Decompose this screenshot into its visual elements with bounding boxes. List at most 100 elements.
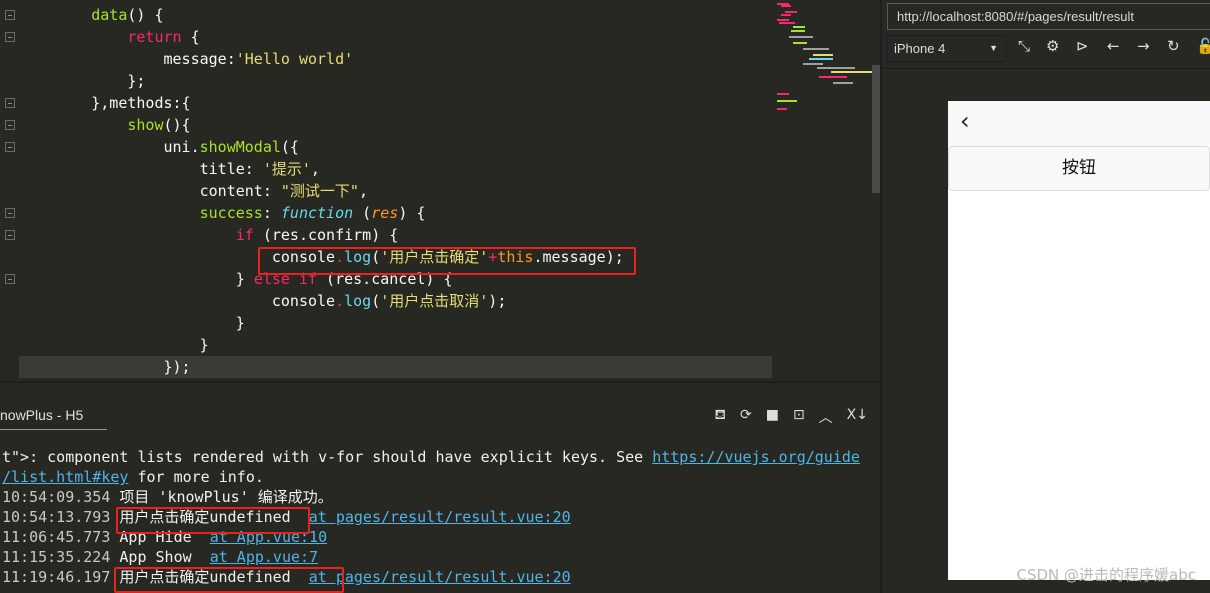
code-line[interactable]: success: function (res) { [19, 202, 772, 224]
fold-icon[interactable] [5, 120, 15, 130]
device-select[interactable]: iPhone 4 ▼ [887, 35, 1007, 62]
log-message: 项目 'knowPlus' 编译成功。 [119, 488, 333, 506]
fold-icon[interactable] [5, 208, 15, 218]
code-token: }; [19, 72, 146, 90]
fold-icon[interactable] [5, 230, 15, 240]
log-line: t">: component lists rendered with v-for… [2, 447, 860, 467]
fold-gutter [0, 0, 18, 381]
minimap[interactable] [773, 0, 879, 381]
code-line[interactable]: if (res.confirm) { [19, 224, 772, 246]
code-token: '提示' [262, 160, 311, 178]
code-line[interactable]: data() { [19, 4, 772, 26]
console-panel: nowPlus - H5 ⛾ ⟳ ■ ⊡ ︿ X↓ t">: component… [0, 381, 880, 593]
minimap-line [777, 100, 797, 102]
code-token: },methods:{ [19, 94, 191, 112]
log-timestamp: 10:54:09.354 [2, 488, 120, 506]
minimap-line [793, 26, 805, 28]
code-line[interactable]: message:'Hello world' [19, 48, 772, 70]
code-token: log [344, 292, 372, 310]
gear-icon[interactable]: ⚙ [1046, 37, 1059, 55]
bug-icon[interactable]: ⛾ [715, 407, 726, 427]
code-token: return [127, 28, 182, 46]
screenshot-icon[interactable]: ⤡ [1018, 37, 1030, 55]
code-line[interactable]: }); [19, 356, 772, 378]
code-line[interactable]: content: "测试一下", [19, 180, 772, 202]
collapse-icon[interactable]: ︿ [819, 407, 833, 427]
clear-icon[interactable]: X↓ [847, 407, 868, 427]
editor-scrollbar[interactable] [872, 65, 880, 193]
code-line[interactable]: return { [19, 26, 772, 48]
log-source-link[interactable]: /list.html#key [2, 468, 128, 486]
active-tab-underline [0, 429, 107, 430]
log-timestamp: 10:54:13.793 [2, 508, 120, 526]
code-line[interactable]: title: '提示', [19, 158, 772, 180]
phone-screen: ‹ 按钮 [948, 101, 1210, 580]
code-token: } [19, 270, 254, 288]
code-token: () { [127, 6, 164, 24]
code-line[interactable]: }; [19, 70, 772, 92]
nav-bar: ‹ [948, 101, 1210, 146]
fold-icon[interactable] [5, 32, 15, 42]
minimap-line [779, 22, 795, 24]
code-token: }); [19, 358, 191, 376]
code-token: message: [19, 50, 236, 68]
log-message: t">: component lists rendered with v-for… [2, 448, 653, 466]
code-editor[interactable]: data() { return { message:'Hello world' … [0, 0, 772, 381]
watermark: CSDN @进击的程序媛abc [1016, 566, 1197, 584]
console-tab[interactable]: nowPlus - H5 [0, 407, 83, 423]
minimap-line [781, 14, 791, 16]
back-icon[interactable]: ← [1107, 37, 1120, 55]
minimap-line [781, 5, 791, 7]
fold-icon[interactable] [5, 10, 15, 20]
forward-icon[interactable]: → [1137, 37, 1150, 55]
device-label: iPhone 4 [894, 41, 946, 56]
code-token: 'Hello world' [235, 50, 354, 68]
code-line[interactable]: },methods:{ [19, 92, 772, 114]
minimap-line [809, 58, 833, 60]
log-source-link[interactable]: at App.vue:7 [210, 548, 318, 566]
stop-icon[interactable]: ■ [766, 407, 779, 427]
code-token: function [280, 204, 354, 222]
log-line: 11:15:35.224 App Show at App.vue:7 [2, 547, 860, 567]
log-line: /list.html#key for more info. [2, 467, 860, 487]
lock-icon[interactable]: 🔓 [1196, 37, 1210, 55]
code-token: "测试一下" [280, 182, 359, 200]
code-token: show [127, 116, 164, 134]
refresh-icon[interactable]: ↻ [1167, 37, 1180, 55]
minimap-line [785, 11, 797, 13]
terminal-icon[interactable]: ⊡ [793, 407, 805, 427]
code-token: } [19, 314, 245, 332]
log-timestamp: 11:19:46.197 [2, 568, 120, 586]
minimap-line [813, 54, 833, 56]
code-token: console [19, 292, 336, 310]
code-token: : [262, 204, 281, 222]
code-token: res [371, 204, 399, 222]
terminal-icon[interactable]: ⊳ [1076, 37, 1089, 55]
code-token: (res.confirm) { [253, 226, 399, 244]
fold-icon[interactable] [5, 142, 15, 152]
url-bar[interactable]: http://localhost:8080/#/pages/result/res… [887, 3, 1210, 30]
log-source-link[interactable]: at pages/result/result.vue:20 [309, 508, 571, 526]
fold-icon[interactable] [5, 98, 15, 108]
code-line[interactable]: uni.showModal({ [19, 136, 772, 158]
code-token: ({ [280, 138, 299, 156]
code-token: { [181, 28, 200, 46]
log-message: App Show [119, 548, 210, 566]
minimap-line [777, 19, 789, 21]
fold-icon[interactable] [5, 274, 15, 284]
code-line[interactable]: } [19, 334, 772, 356]
chevron-left-icon[interactable]: ‹ [960, 107, 970, 135]
log-source-link[interactable]: https://vuejs.org/guide [652, 448, 860, 466]
code-line[interactable]: show(){ [19, 114, 772, 136]
code-line[interactable]: console.log('用户点击取消'); [19, 290, 772, 312]
code-token: ( [353, 204, 372, 222]
page-button[interactable]: 按钮 [948, 146, 1210, 191]
code-lines[interactable]: data() { return { message:'Hello world' … [19, 4, 772, 378]
run-icon[interactable]: ⟳ [740, 407, 752, 427]
log-source-link[interactable]: at pages/result/result.vue:20 [309, 568, 571, 586]
code-line[interactable]: } [19, 312, 772, 334]
